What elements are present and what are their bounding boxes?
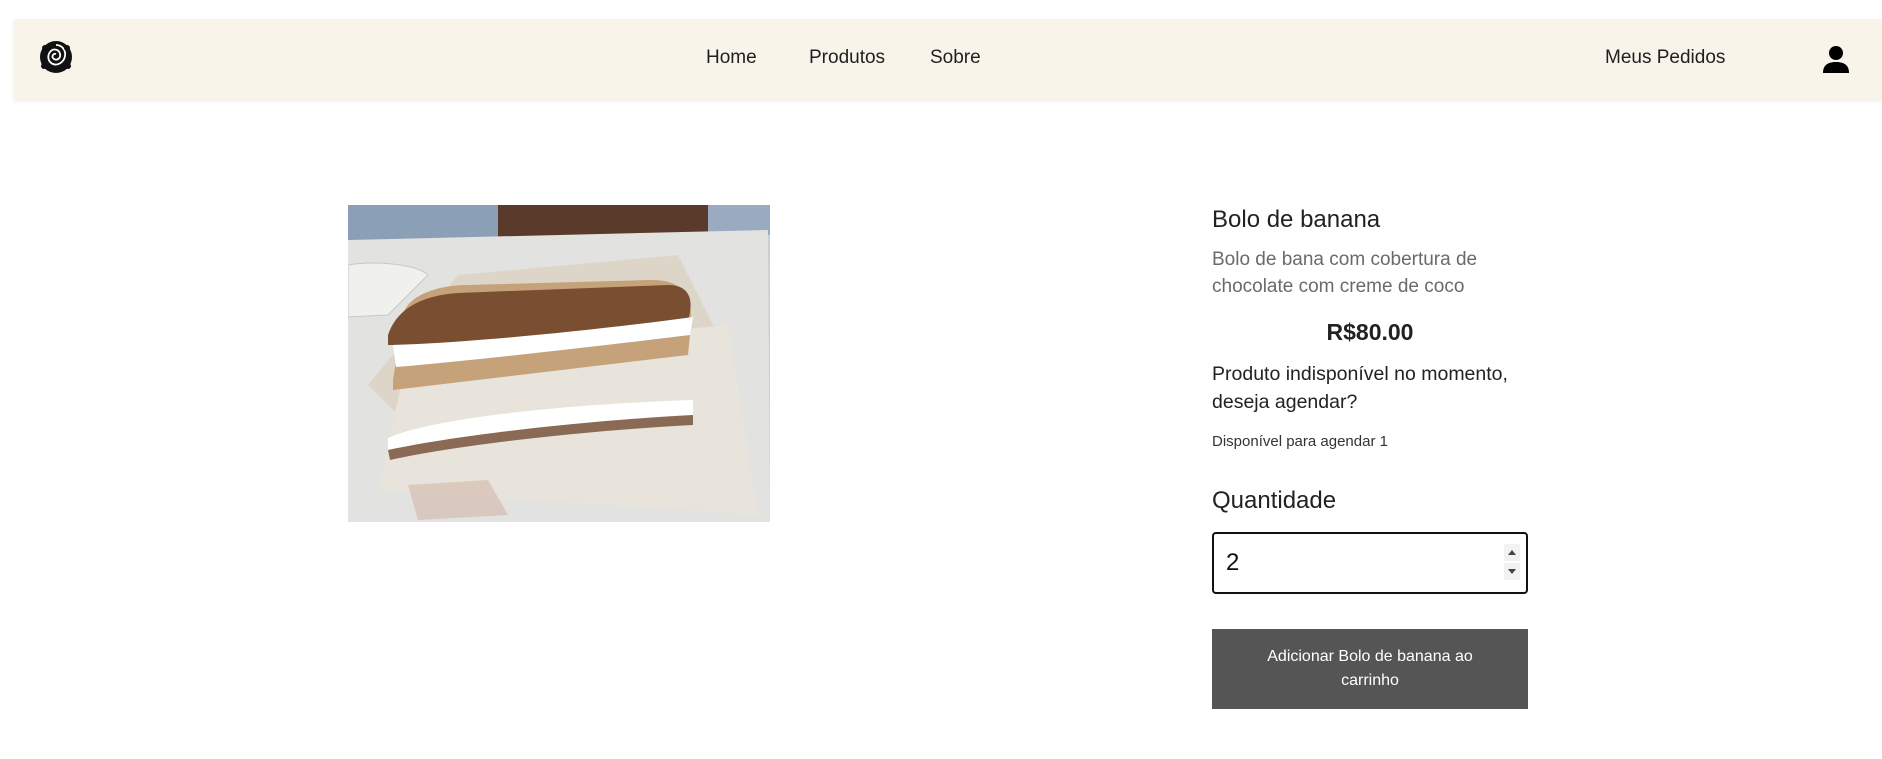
decrement-arrow-icon[interactable] <box>1504 563 1520 580</box>
nav-produtos-link[interactable]: Produtos <box>809 47 885 69</box>
rose-logo-icon[interactable] <box>38 39 74 75</box>
quantity-stepper <box>1212 532 1528 594</box>
available-note: Disponível para agendar 1 <box>1212 433 1388 450</box>
nav-sobre-link[interactable]: Sobre <box>930 47 981 69</box>
unavailable-message: Produto indisponível no momento, deseja … <box>1212 363 1508 413</box>
product-name: Bolo de banana <box>1212 206 1381 233</box>
add-to-cart-button[interactable]: Adicionar Bolo de banana ao carrinho <box>1212 629 1528 709</box>
product-price: R$80.00 <box>1326 319 1414 345</box>
increment-arrow-icon[interactable] <box>1504 544 1520 561</box>
user-icon[interactable] <box>1821 44 1851 74</box>
nav-home-link[interactable]: Home <box>706 47 757 69</box>
banana-cake-photo <box>348 205 770 522</box>
quantity-spin-buttons <box>1504 544 1520 580</box>
top-navbar: Home Produtos Sobre Meus Pedidos <box>14 19 1882 99</box>
product-description: Bolo de bana com cobertura de chocolate … <box>1212 249 1478 297</box>
quantity-label: Quantidade <box>1212 487 1337 514</box>
my-orders-link[interactable]: Meus Pedidos <box>1605 47 1725 69</box>
quantity-input[interactable] <box>1226 546 1476 580</box>
